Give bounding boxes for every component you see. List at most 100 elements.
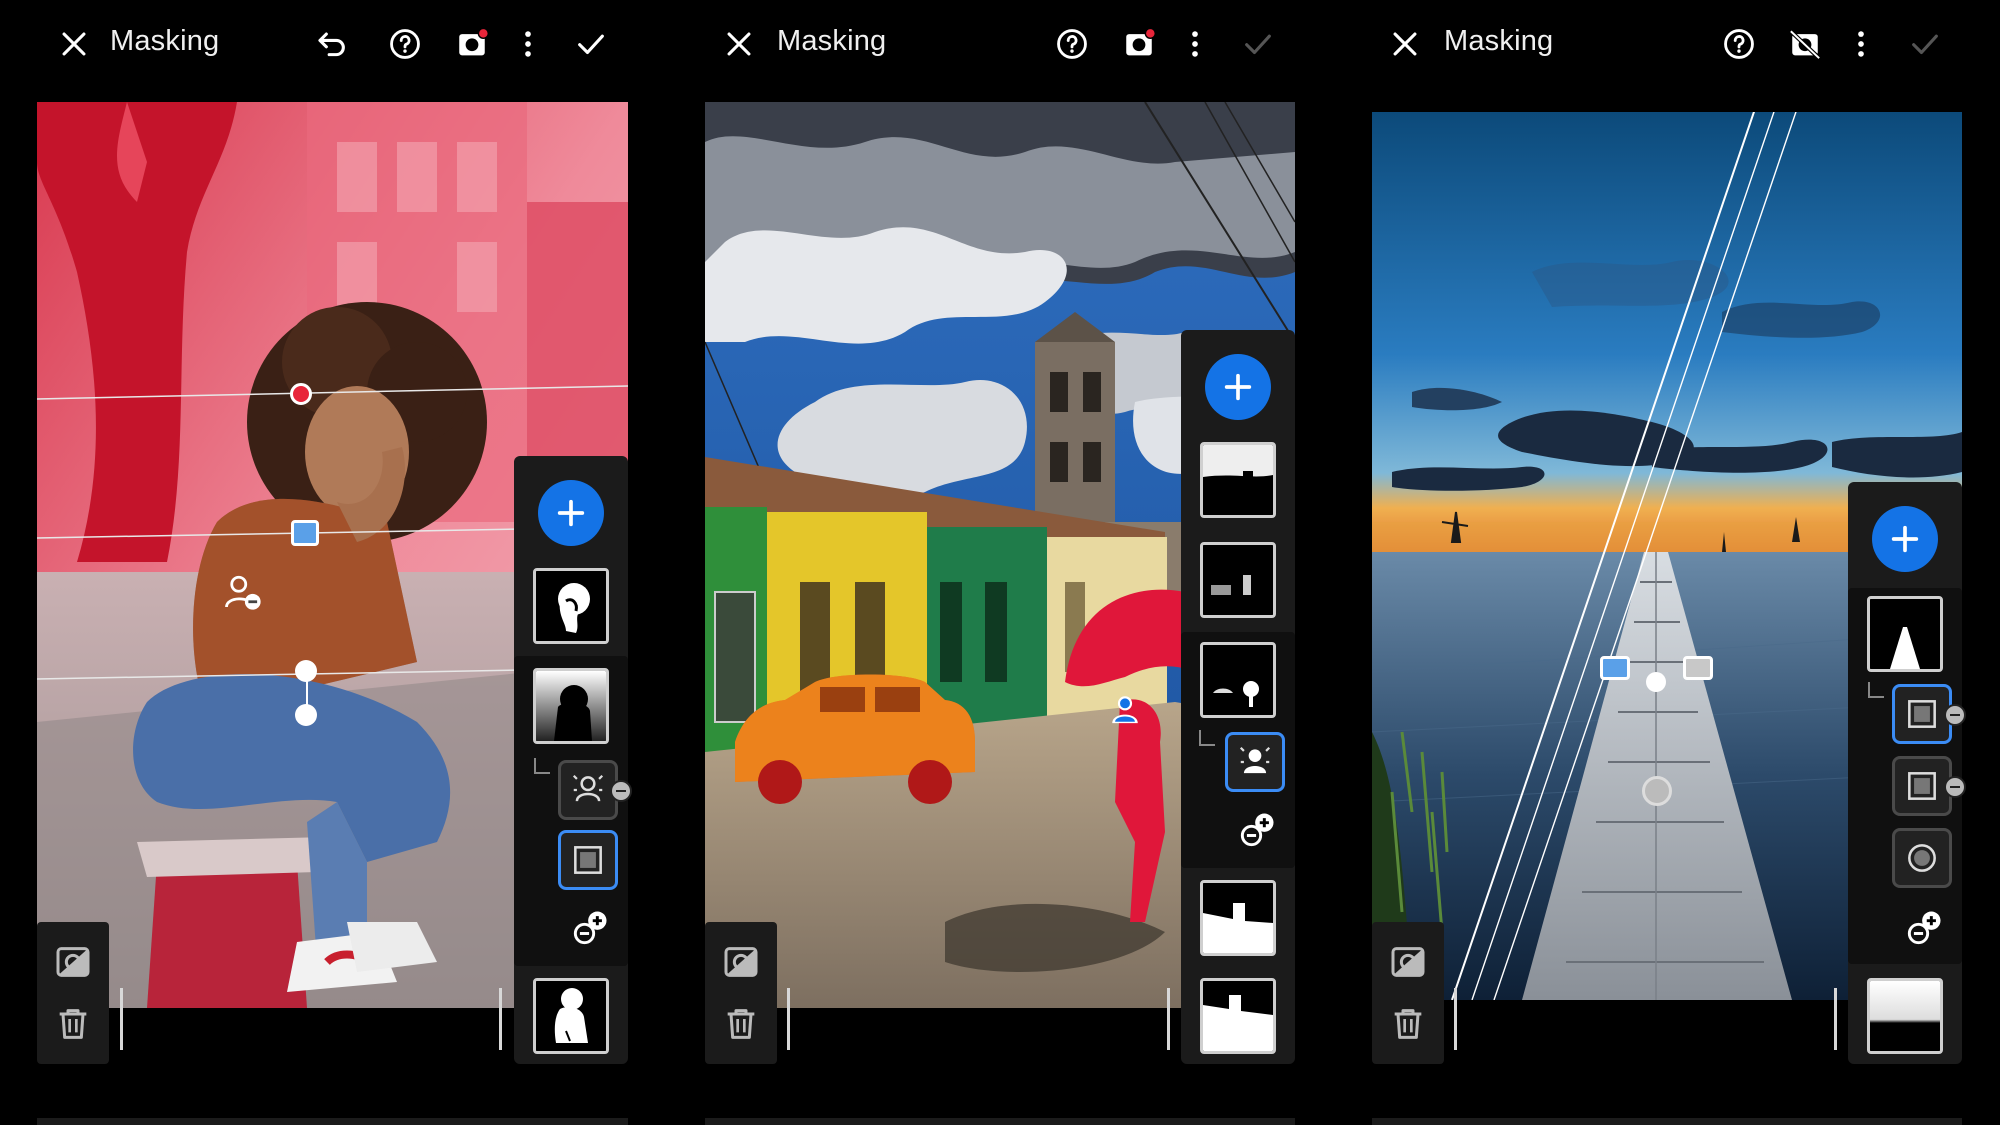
mask-overlay-off-icon — [1789, 29, 1821, 60]
more-button[interactable] — [1839, 22, 1883, 66]
panel-pier: Masking — [1334, 0, 2000, 1125]
help-icon — [390, 29, 420, 59]
mask-thumbnail-3[interactable] — [1200, 642, 1276, 718]
mask-sidebar — [514, 456, 632, 1064]
mask-preview-sky — [1203, 445, 1273, 515]
radial-pin[interactable] — [1642, 776, 1672, 806]
add-subtract-icon — [1907, 911, 1941, 945]
top-bar: Masking — [0, 0, 667, 86]
person-select-icon — [1239, 746, 1271, 774]
invert-mask-button[interactable] — [721, 942, 761, 982]
invert-mask-icon — [1391, 947, 1425, 977]
add-subtract-button[interactable] — [1902, 906, 1946, 950]
gradient-handle-left[interactable] — [1600, 656, 1630, 680]
add-mask-button[interactable] — [1872, 506, 1938, 572]
overlay-toggle-button[interactable] — [450, 22, 494, 66]
help-button[interactable] — [1050, 22, 1094, 66]
mask-thumbnail-4[interactable] — [1200, 880, 1276, 956]
trash-icon — [1394, 1009, 1422, 1039]
mask-preview-gradient — [536, 671, 606, 741]
mask-thumbnail-1[interactable] — [1200, 442, 1276, 518]
add-mask-button[interactable] — [1205, 354, 1271, 420]
mask-preview-buildings — [1203, 545, 1273, 615]
close-button[interactable] — [1383, 22, 1427, 66]
more-button[interactable] — [1173, 22, 1217, 66]
slider-right-edge[interactable] — [1834, 988, 1837, 1050]
person-pin-icon[interactable] — [1108, 692, 1142, 726]
more-icon — [525, 31, 531, 57]
gradient-center-handle[interactable] — [291, 520, 319, 546]
help-button[interactable] — [1717, 22, 1761, 66]
mask-preview-person — [536, 981, 606, 1051]
mask-thumbnail-5[interactable] — [1200, 978, 1276, 1054]
add-subtract-button[interactable] — [1235, 808, 1279, 852]
mask-thumbnail-3[interactable] — [533, 978, 609, 1054]
mask-preview-pier — [1870, 599, 1940, 669]
linear-gradient-tool-1[interactable] — [1892, 684, 1952, 744]
subtract-badge-2 — [1944, 776, 1966, 798]
mask-preview-tower — [1203, 883, 1273, 953]
mask-thumbnail-2[interactable] — [1200, 542, 1276, 618]
slider-left-edge[interactable] — [1454, 988, 1457, 1050]
delete-mask-button[interactable] — [53, 1004, 93, 1044]
subtract-person-icon — [225, 575, 261, 610]
close-button[interactable] — [717, 22, 761, 66]
radial-gradient-icon — [1908, 844, 1936, 872]
add-subtract-button[interactable] — [568, 906, 612, 950]
slider-left-edge[interactable] — [787, 988, 790, 1050]
delete-mask-button[interactable] — [1388, 1004, 1428, 1044]
slider-right-edge[interactable] — [1167, 988, 1170, 1050]
linear-gradient-icon — [1908, 700, 1936, 728]
checkmark-icon — [578, 34, 604, 55]
help-icon — [1724, 29, 1754, 59]
panel-street: Masking — [667, 0, 1334, 1125]
left-toolbar — [1372, 922, 1444, 1064]
linear-gradient-icon — [574, 846, 602, 874]
plus-icon — [557, 499, 585, 527]
overlay-toggle-button[interactable] — [1117, 22, 1161, 66]
page-title: Masking — [110, 25, 220, 57]
bottom-strip — [37, 1118, 628, 1125]
confirm-button[interactable] — [1236, 22, 1280, 66]
plus-icon — [1224, 373, 1252, 401]
mask-thumbnail-1[interactable] — [1867, 596, 1943, 672]
subtract-connector — [534, 758, 550, 774]
gradient-handle-right[interactable] — [1683, 656, 1713, 680]
add-subtract-icon — [573, 911, 607, 945]
mask-thumbnail-2[interactable] — [1867, 978, 1943, 1054]
mask-thumbnail-2[interactable] — [533, 668, 609, 744]
mask-preview-road — [1203, 981, 1273, 1051]
invert-mask-button[interactable] — [53, 942, 93, 982]
linear-gradient-tool-2[interactable] — [1892, 756, 1952, 816]
help-button[interactable] — [383, 22, 427, 66]
slider-right-edge[interactable] — [499, 988, 502, 1050]
select-people-tool[interactable] — [1225, 732, 1285, 792]
subtract-person-tool[interactable] — [558, 760, 618, 820]
more-icon — [1858, 31, 1864, 57]
invert-mask-icon — [56, 947, 90, 977]
gradient-handle-bottom[interactable] — [295, 704, 317, 726]
trash-icon — [59, 1009, 87, 1039]
more-icon — [1192, 31, 1198, 57]
delete-mask-button[interactable] — [721, 1004, 761, 1044]
invert-mask-button[interactable] — [1388, 942, 1428, 982]
overlay-off-button[interactable] — [1783, 22, 1827, 66]
linear-gradient-tool[interactable] — [558, 830, 618, 890]
radial-gradient-tool[interactable] — [1892, 828, 1952, 888]
trash-icon — [727, 1009, 755, 1039]
gradient-handle-top[interactable] — [295, 660, 317, 682]
subtract-badge-1 — [1944, 704, 1966, 726]
undo-button[interactable] — [310, 22, 354, 66]
slider-left-edge[interactable] — [120, 988, 123, 1050]
linear-gradient-icon — [1908, 772, 1936, 800]
mask-thumbnail-1[interactable] — [533, 568, 609, 644]
add-mask-button[interactable] — [538, 480, 604, 546]
confirm-button[interactable] — [1903, 22, 1947, 66]
mask-pin-red[interactable] — [290, 383, 312, 405]
add-subtract-icon — [1240, 813, 1274, 847]
close-button[interactable] — [52, 22, 96, 66]
bottom-strip — [1372, 1118, 1962, 1125]
confirm-button[interactable] — [569, 22, 613, 66]
more-button[interactable] — [506, 22, 550, 66]
gradient-center-pin[interactable] — [1646, 672, 1666, 692]
